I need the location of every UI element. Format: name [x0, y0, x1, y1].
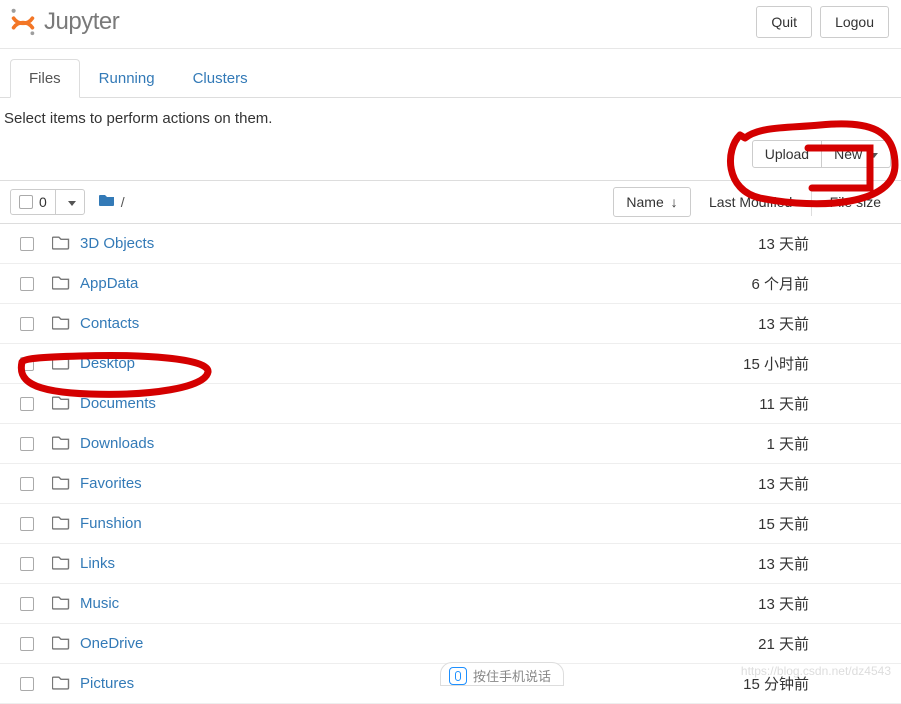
select-all-checkbox[interactable] [19, 195, 33, 209]
jupyter-logo-icon [8, 7, 38, 37]
file-row: OneDrive 21 天前 [0, 624, 901, 664]
folder-icon [52, 235, 72, 253]
lastmod-col-header[interactable]: Last Modified [691, 188, 811, 216]
row-checkbox[interactable] [20, 517, 34, 531]
tab-running[interactable]: Running [80, 59, 174, 97]
folder-icon [52, 355, 72, 373]
filesize-col-header[interactable]: File size [811, 188, 891, 216]
file-modified: 6 个月前 [695, 273, 815, 294]
subheader: Select items to perform actions on them.… [0, 98, 901, 178]
hint-text: Select items to perform actions on them. [4, 110, 272, 127]
file-modified: 15 分钟前 [695, 673, 815, 694]
folder-icon [52, 315, 72, 333]
file-row: Documents 11 天前 [0, 384, 901, 424]
name-col-label: Name [626, 194, 663, 210]
arrow-down-icon: ↓ [671, 194, 678, 210]
folder-icon [52, 595, 72, 613]
folder-icon [52, 555, 72, 573]
header: Jupyter Quit Logou [0, 0, 901, 49]
selected-count: 0 [39, 194, 47, 210]
select-all-dropdown[interactable]: 0 [10, 189, 85, 215]
tab-clusters[interactable]: Clusters [174, 59, 267, 97]
row-checkbox[interactable] [20, 477, 34, 491]
file-name-link[interactable]: 3D Objects [80, 235, 154, 252]
row-checkbox[interactable] [20, 357, 34, 371]
caret-down-icon [870, 153, 878, 158]
quit-button[interactable]: Quit [756, 6, 812, 38]
new-button-label: New [834, 146, 862, 162]
folder-icon [52, 275, 72, 293]
file-name-link[interactable]: OneDrive [80, 635, 143, 652]
list-header: 0 / Name ↓ Last Modified File size [0, 180, 901, 224]
tabs: Files Running Clusters [0, 59, 901, 98]
row-checkbox[interactable] [20, 677, 34, 691]
file-name-link[interactable]: Pictures [80, 675, 134, 692]
file-row: Desktop 15 小时前 [0, 344, 901, 384]
file-row: 3D Objects 13 天前 [0, 224, 901, 264]
file-modified: 1 天前 [695, 433, 815, 454]
voice-widget-label: 按住手机说话 [473, 666, 551, 685]
file-row: Links 13 天前 [0, 544, 901, 584]
tab-files[interactable]: Files [10, 59, 80, 98]
file-modified: 13 天前 [695, 553, 815, 574]
file-modified: 13 天前 [695, 593, 815, 614]
mic-icon [449, 667, 467, 685]
new-button[interactable]: New [822, 140, 891, 168]
logout-button[interactable]: Logou [820, 6, 889, 38]
folder-icon [52, 435, 72, 453]
action-buttons: Upload New [752, 140, 891, 168]
file-modified: 11 天前 [695, 393, 815, 414]
file-row: Funshion 15 天前 [0, 504, 901, 544]
file-modified: 13 天前 [695, 233, 815, 254]
file-row: Contacts 13 天前 [0, 304, 901, 344]
file-row: Downloads 1 天前 [0, 424, 901, 464]
voice-widget[interactable]: 按住手机说话 [440, 662, 564, 686]
file-row: AppData 6 个月前 [0, 264, 901, 304]
breadcrumb[interactable]: / [99, 193, 125, 212]
file-modified: 13 天前 [695, 313, 815, 334]
file-name-link[interactable]: Documents [80, 395, 156, 412]
folder-icon [52, 675, 72, 693]
file-row: Music 13 天前 [0, 584, 901, 624]
row-checkbox[interactable] [20, 397, 34, 411]
row-checkbox[interactable] [20, 437, 34, 451]
file-name-link[interactable]: AppData [80, 275, 138, 292]
folder-icon [52, 395, 72, 413]
row-checkbox[interactable] [20, 557, 34, 571]
folder-icon [52, 635, 72, 653]
file-list: 3D Objects 13 天前 AppData 6 个月前 Contacts 13 天前… [0, 224, 901, 704]
file-row: Favorites 13 天前 [0, 464, 901, 504]
list-header-right: Name ↓ Last Modified File size [613, 187, 891, 217]
breadcrumb-sep: / [121, 194, 125, 210]
file-name-link[interactable]: Favorites [80, 475, 142, 492]
file-name-link[interactable]: Contacts [80, 315, 139, 332]
logo-text: Jupyter [44, 8, 119, 36]
file-name-link[interactable]: Music [80, 595, 119, 612]
file-modified: 13 天前 [695, 473, 815, 494]
row-checkbox[interactable] [20, 597, 34, 611]
folder-icon [52, 515, 72, 533]
row-checkbox[interactable] [20, 237, 34, 251]
upload-button[interactable]: Upload [752, 140, 822, 168]
row-checkbox[interactable] [20, 277, 34, 291]
folder-icon [99, 193, 115, 212]
caret-down-icon [68, 201, 76, 206]
file-modified: 15 天前 [695, 513, 815, 534]
folder-icon [52, 475, 72, 493]
header-buttons: Quit Logou [756, 6, 889, 38]
row-checkbox[interactable] [20, 317, 34, 331]
file-name-link[interactable]: Desktop [80, 355, 135, 372]
file-modified: 21 天前 [695, 633, 815, 654]
file-name-link[interactable]: Downloads [80, 435, 154, 452]
file-name-link[interactable]: Funshion [80, 515, 142, 532]
row-checkbox[interactable] [20, 637, 34, 651]
logo[interactable]: Jupyter [8, 7, 119, 37]
file-modified: 15 小时前 [695, 353, 815, 374]
file-name-link[interactable]: Links [80, 555, 115, 572]
sort-name-button[interactable]: Name ↓ [613, 187, 690, 217]
